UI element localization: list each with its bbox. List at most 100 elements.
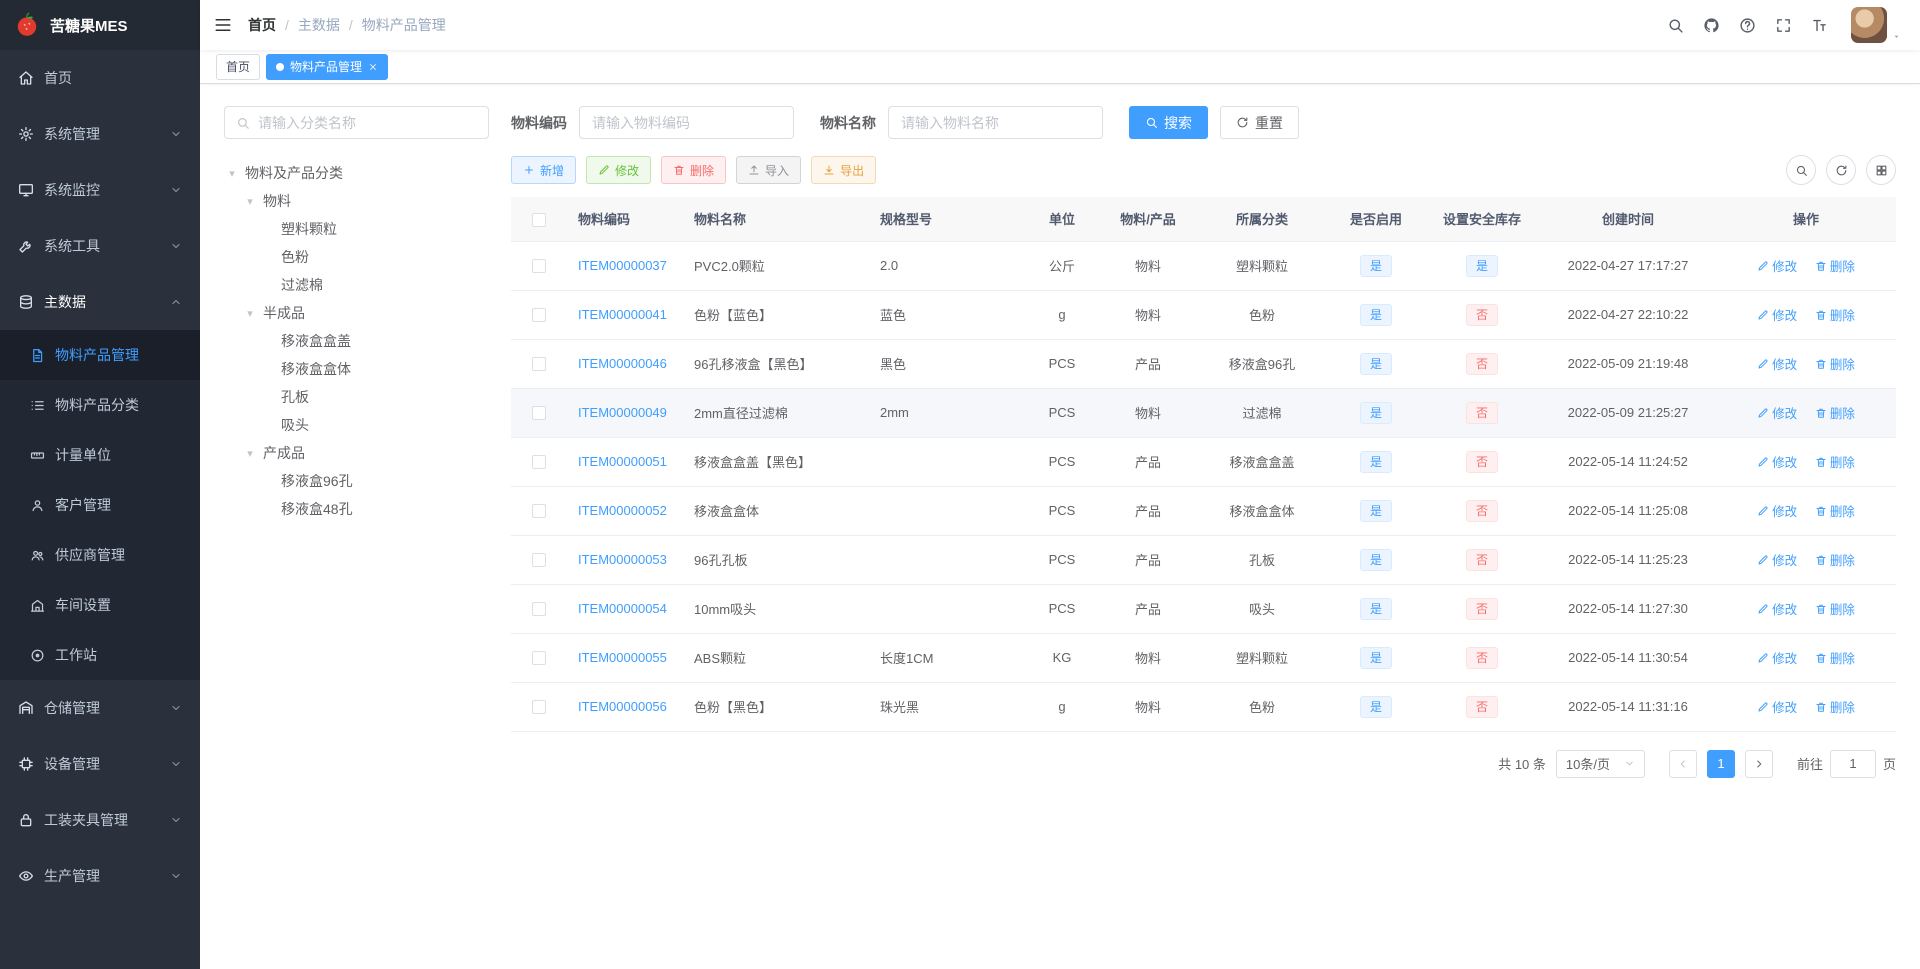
search-button[interactable]: 搜索	[1129, 106, 1208, 139]
select-all-checkbox[interactable]	[531, 212, 546, 227]
delete-row-button[interactable]: 删除	[1815, 599, 1855, 618]
navbar-search-button[interactable]	[1667, 17, 1684, 34]
sidebar-item-equipment-management[interactable]: 设备管理	[0, 736, 200, 792]
material-code-link[interactable]: ITEM00000053	[578, 552, 667, 567]
edit-row-button[interactable]: 修改	[1757, 501, 1797, 520]
edit-row-button[interactable]: 修改	[1757, 256, 1797, 275]
tree-node[interactable]: 色粉	[224, 243, 489, 271]
sidebar-item-measurement-unit[interactable]: 计量单位	[0, 430, 200, 480]
avatar[interactable]	[1851, 7, 1887, 43]
export-button[interactable]: 导出	[811, 156, 877, 184]
delete-row-button[interactable]: 删除	[1815, 403, 1855, 422]
tab-material-product-management[interactable]: 物料产品管理	[266, 53, 389, 80]
page-1-button[interactable]: 1	[1706, 749, 1735, 778]
tree-node[interactable]: ▾ 产成品	[224, 439, 489, 467]
edit-row-button[interactable]: 修改	[1757, 354, 1797, 373]
material-code-input[interactable]	[579, 106, 794, 139]
navbar-font-size-button[interactable]	[1811, 17, 1828, 34]
import-button[interactable]: 导入	[736, 156, 802, 184]
sidebar-item-system-management[interactable]: 系统管理	[0, 106, 200, 162]
row-checkbox[interactable]	[531, 651, 546, 666]
material-code-link[interactable]: ITEM00000046	[578, 356, 667, 371]
sidebar-item-system-monitor[interactable]: 系统监控	[0, 162, 200, 218]
app-logo[interactable]: 苦糖果MES	[0, 0, 200, 50]
edit-row-button[interactable]: 修改	[1757, 648, 1797, 667]
row-checkbox[interactable]	[531, 602, 546, 617]
material-code-link[interactable]: ITEM00000054	[578, 601, 667, 616]
edit-row-button[interactable]: 修改	[1757, 550, 1797, 569]
tree-node[interactable]: 塑料颗粒	[224, 215, 489, 243]
delete-row-button[interactable]: 删除	[1815, 501, 1855, 520]
material-code-link[interactable]: ITEM00000051	[578, 454, 667, 469]
edit-row-button[interactable]: 修改	[1757, 697, 1797, 716]
row-checkbox[interactable]	[531, 553, 546, 568]
close-icon[interactable]	[368, 62, 378, 72]
row-checkbox[interactable]	[531, 357, 546, 372]
tree-node[interactable]: 孔板	[224, 383, 489, 411]
material-code-link[interactable]: ITEM00000041	[578, 307, 667, 322]
tree-node[interactable]: 移液盒96孔	[224, 467, 489, 495]
tree-node[interactable]: 移液盒盒盖	[224, 327, 489, 355]
row-checkbox[interactable]	[531, 700, 546, 715]
delete-row-button[interactable]: 删除	[1815, 354, 1855, 373]
tree-node[interactable]: 移液盒盒体	[224, 355, 489, 383]
navbar-help-button[interactable]	[1739, 17, 1756, 34]
delete-row-button[interactable]: 删除	[1815, 305, 1855, 324]
material-code-link[interactable]: ITEM00000037	[578, 258, 667, 273]
edit-row-button[interactable]: 修改	[1757, 305, 1797, 324]
sidebar-item-fixture-management[interactable]: 工装夹具管理	[0, 792, 200, 848]
edit-row-button[interactable]: 修改	[1757, 403, 1797, 422]
sidebar-item-workstation[interactable]: 工作站	[0, 630, 200, 680]
jump-page-input[interactable]	[1829, 749, 1876, 778]
delete-row-button[interactable]: 删除	[1815, 256, 1855, 275]
sidebar-item-workshop-settings[interactable]: 车间设置	[0, 580, 200, 630]
material-name-input[interactable]	[888, 106, 1103, 139]
columns-button[interactable]	[1866, 155, 1896, 185]
edit-row-button[interactable]: 修改	[1757, 599, 1797, 618]
navbar-github-button[interactable]	[1703, 17, 1720, 34]
material-code-link[interactable]: ITEM00000052	[578, 503, 667, 518]
edit-row-button[interactable]: 修改	[1757, 452, 1797, 471]
row-checkbox[interactable]	[531, 504, 546, 519]
sidebar-item-production-management[interactable]: 生产管理	[0, 848, 200, 904]
prev-page-button[interactable]	[1668, 749, 1697, 778]
material-code-link[interactable]: ITEM00000055	[578, 650, 667, 665]
delete-row-button[interactable]: 删除	[1815, 697, 1855, 716]
row-checkbox[interactable]	[531, 406, 546, 421]
row-checkbox[interactable]	[531, 455, 546, 470]
user-menu[interactable]	[1851, 7, 1902, 43]
sidebar-toggle-button[interactable]	[214, 16, 232, 34]
tree-node[interactable]: 过滤棉	[224, 271, 489, 299]
add-button[interactable]: 新增	[511, 156, 577, 184]
material-code-link[interactable]: ITEM00000049	[578, 405, 667, 420]
navbar-fullscreen-button[interactable]	[1775, 17, 1792, 34]
delete-row-button[interactable]: 删除	[1815, 452, 1855, 471]
tree-caret-icon[interactable]: ▾	[242, 195, 258, 208]
sidebar-item-material-product-category[interactable]: 物料产品分类	[0, 380, 200, 430]
delete-row-button[interactable]: 删除	[1815, 648, 1855, 667]
delete-row-button[interactable]: 删除	[1815, 550, 1855, 569]
next-page-button[interactable]	[1744, 749, 1773, 778]
tree-caret-icon[interactable]: ▾	[242, 447, 258, 460]
row-checkbox[interactable]	[531, 308, 546, 323]
category-search-input[interactable]	[258, 114, 477, 131]
tree-node[interactable]: ▾ 半成品	[224, 299, 489, 327]
sidebar-item-warehouse-management[interactable]: 仓储管理	[0, 680, 200, 736]
sidebar-item-home[interactable]: 首页	[0, 50, 200, 106]
sidebar-item-customer-management[interactable]: 客户管理	[0, 480, 200, 530]
reset-button[interactable]: 重置	[1220, 106, 1299, 139]
refresh-button[interactable]	[1826, 155, 1856, 185]
tree-node[interactable]: ▾ 物料及产品分类	[224, 159, 489, 187]
edit-button[interactable]: 修改	[586, 156, 652, 184]
sidebar-item-supplier-management[interactable]: 供应商管理	[0, 530, 200, 580]
toggle-search-button[interactable]	[1786, 155, 1816, 185]
sidebar-item-material-product-management[interactable]: 物料产品管理	[0, 330, 200, 380]
material-code-link[interactable]: ITEM00000056	[578, 699, 667, 714]
tab-home[interactable]: 首页	[216, 53, 261, 80]
tree-node[interactable]: ▾ 物料	[224, 187, 489, 215]
delete-button[interactable]: 删除	[661, 156, 727, 184]
tree-caret-icon[interactable]: ▾	[242, 307, 258, 320]
breadcrumb-item[interactable]: 首页	[248, 15, 276, 35]
sidebar-item-system-tools[interactable]: 系统工具	[0, 218, 200, 274]
page-size-select[interactable]: 10条/页	[1555, 749, 1645, 778]
